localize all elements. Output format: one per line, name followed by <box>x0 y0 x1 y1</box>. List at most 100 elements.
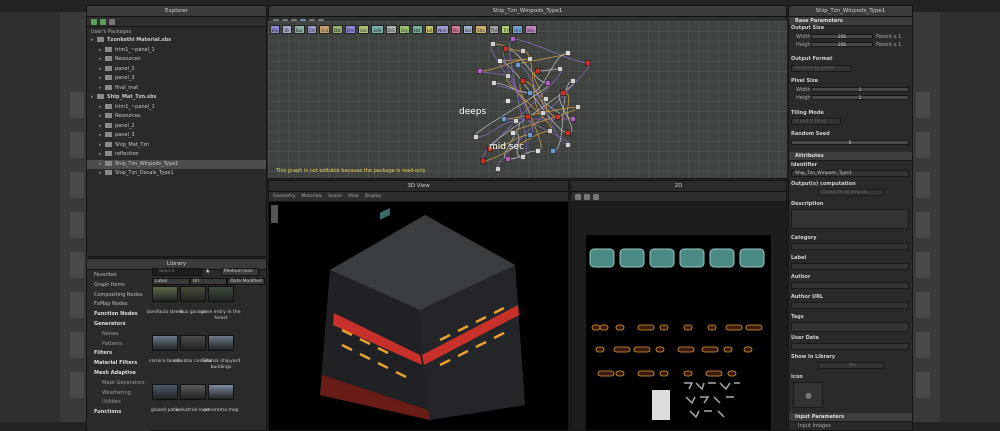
library-category[interactable]: Noises <box>88 330 150 340</box>
tree-item[interactable]: ▸ panel_2 <box>87 65 266 75</box>
library-category[interactable]: Mask Generators <box>88 379 150 389</box>
library-category[interactable]: Filters <box>88 349 150 359</box>
outputs-computation-select[interactable]: Compute all outputs <box>818 189 884 196</box>
width-slider[interactable]: 256 <box>811 34 873 39</box>
library-category[interactable]: Material Filters <box>88 359 150 369</box>
tree-item[interactable]: ▸ final_mat <box>87 84 266 94</box>
library-category[interactable]: Compositing Nodes <box>88 291 150 301</box>
library-thumbnail[interactable] <box>180 286 206 302</box>
tree-item[interactable]: ▸ Ship_Mat_Tzn.sbs <box>87 93 266 103</box>
output-format-select[interactable]: Relative to parent <box>791 65 851 72</box>
attributes-section[interactable]: Attributes <box>789 152 912 161</box>
tags-field[interactable] <box>791 322 909 332</box>
library-category[interactable]: Generators <box>88 320 150 330</box>
icon-drop-area[interactable]: ● <box>793 382 823 408</box>
graph-node[interactable] <box>565 130 571 136</box>
node-graph[interactable] <box>268 21 787 178</box>
library-category[interactable]: Weathering <box>88 389 150 399</box>
library-thumbnail[interactable] <box>208 384 234 400</box>
3d-view-side-tools[interactable] <box>271 205 278 223</box>
user-data-field[interactable] <box>791 343 909 350</box>
graph-node[interactable] <box>547 128 553 134</box>
library-thumbnail[interactable] <box>152 286 178 302</box>
graph-node[interactable] <box>570 116 576 122</box>
library-category[interactable]: Graph Items <box>88 281 150 291</box>
author-field[interactable] <box>791 282 909 289</box>
library-category[interactable]: Function Nodes <box>88 310 150 320</box>
library-thumbnail[interactable] <box>208 335 234 351</box>
graph-node[interactable] <box>513 118 519 124</box>
library-category[interactable]: FxMap Nodes <box>88 300 150 310</box>
menu-3d-item[interactable]: Display <box>365 194 382 199</box>
column-url[interactable]: Url <box>189 278 228 285</box>
library-category[interactable]: Favorites <box>88 271 150 281</box>
pixel-height-slider[interactable]: 1 <box>811 95 909 100</box>
tree-item[interactable]: ▸ Resources <box>87 112 266 122</box>
graph-node[interactable] <box>565 142 571 148</box>
graph-node[interactable] <box>527 56 533 62</box>
tree-item[interactable]: ▸ panel_3 <box>87 74 266 84</box>
show-in-library-select[interactable]: Yes <box>818 362 884 369</box>
2d-zoom-icon[interactable] <box>593 193 599 200</box>
graph-node[interactable] <box>543 96 549 102</box>
library-thumbnail[interactable] <box>152 384 178 400</box>
graph-node[interactable] <box>575 104 581 110</box>
graph-node[interactable] <box>535 68 541 74</box>
open-package-icon[interactable] <box>100 18 106 25</box>
tree-item[interactable]: ▸ Ship_Tzn_Decals_Type1 <box>87 169 266 179</box>
library-category[interactable]: Functions <box>88 408 150 418</box>
category-field[interactable] <box>791 243 909 250</box>
tree-item[interactable]: ▸ Ship_Tzn_Winpods_Type1 <box>87 159 266 169</box>
tree-item[interactable]: ▸ trim1_~panel_1 <box>87 46 266 56</box>
random-seed-slider[interactable]: 0 <box>791 140 909 145</box>
library-thumbnail[interactable] <box>152 335 178 351</box>
graph-node[interactable] <box>535 148 541 154</box>
library-search-input[interactable]: Search <box>152 268 202 276</box>
tiling-mode-select[interactable]: H and V Tiling <box>791 118 841 125</box>
menu-3d-item[interactable]: View <box>348 194 359 199</box>
height-slider[interactable]: 256 <box>811 42 873 47</box>
graph-node[interactable] <box>570 78 576 84</box>
graph-node[interactable] <box>557 66 563 72</box>
menu-3d-item[interactable]: Geometry <box>273 194 295 199</box>
library-category[interactable]: Utilities <box>88 398 150 408</box>
menu-3d-item[interactable]: Scene <box>328 194 342 199</box>
2d-channels-icon[interactable] <box>584 193 590 200</box>
graph-node[interactable] <box>490 41 496 47</box>
graph-node[interactable] <box>565 50 571 56</box>
star-icon[interactable]: ★ <box>205 268 210 275</box>
column-label[interactable]: Label <box>152 278 190 285</box>
new-package-icon[interactable] <box>91 18 97 25</box>
library-thumbnail[interactable] <box>208 286 234 302</box>
2d-fit-icon[interactable] <box>575 193 581 200</box>
graph-node[interactable] <box>550 148 556 154</box>
menu-3d-item[interactable]: Materials <box>301 194 322 199</box>
label-field[interactable] <box>791 263 909 270</box>
graph-node[interactable] <box>503 46 509 52</box>
graph-node[interactable] <box>527 132 533 138</box>
tree-item[interactable]: ▸ Resources <box>87 55 266 65</box>
graph-node[interactable] <box>505 98 511 104</box>
graph-node[interactable] <box>497 58 503 64</box>
tree-item[interactable]: ▸ panel_3 <box>87 131 266 141</box>
graph-node[interactable] <box>501 116 507 122</box>
tree-item[interactable]: ▸ panel_2 <box>87 122 266 132</box>
library-category[interactable]: Mesh Adaptive <box>88 369 150 379</box>
tree-item[interactable]: ▸ Ship_Mat_Tzn <box>87 141 266 151</box>
tree-item[interactable]: ▸ reflection <box>87 150 266 160</box>
graph-node[interactable] <box>515 62 521 68</box>
identifier-field[interactable]: Ship_Tzn_Winpods_Type1 <box>791 170 909 177</box>
graph-node[interactable] <box>520 154 526 160</box>
graph-node[interactable] <box>491 80 497 86</box>
2d-texture-preview[interactable] <box>586 235 771 430</box>
pixel-width-slider[interactable]: 1 <box>811 87 909 92</box>
graph-node[interactable] <box>477 68 483 74</box>
graph-node[interactable] <box>585 60 591 66</box>
graph-node[interactable] <box>480 158 486 164</box>
graph-node[interactable] <box>473 134 479 140</box>
graph-node[interactable] <box>520 48 526 54</box>
input-parameters-section[interactable]: Input Parameters <box>789 413 912 422</box>
save-icon[interactable] <box>109 18 115 25</box>
graph-node[interactable] <box>540 110 546 116</box>
graph-node[interactable] <box>527 90 533 96</box>
